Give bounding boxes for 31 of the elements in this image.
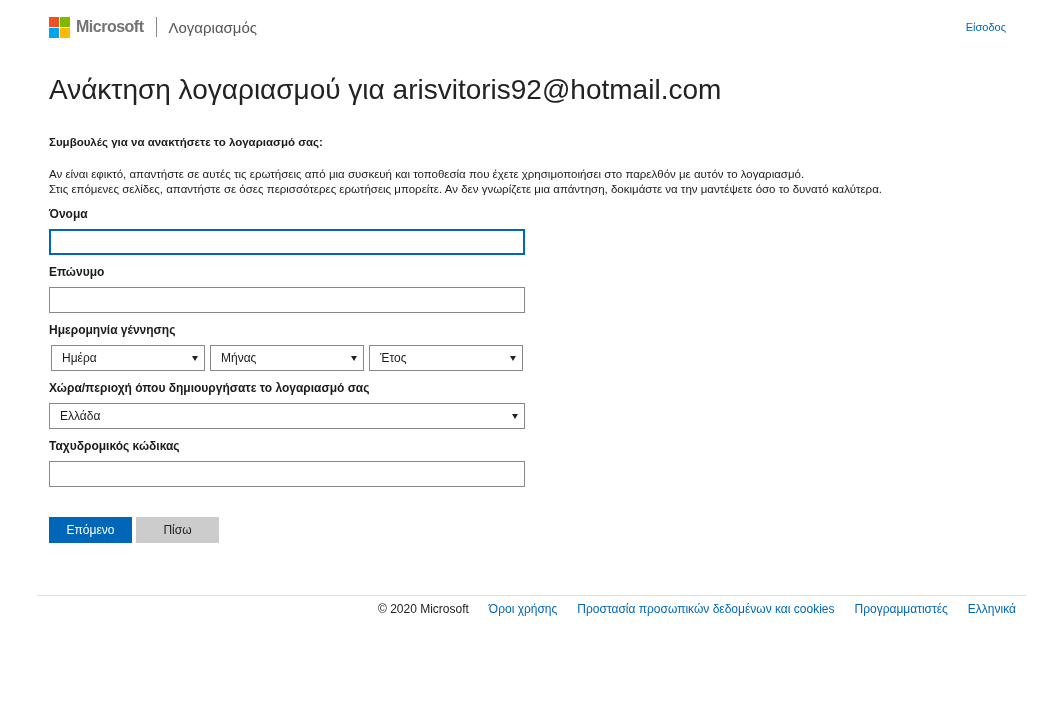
tip-text: Στις επόμενες σελίδες, απαντήστε σε όσες περισσότερες ερωτήσεις μπορείτε. Αν δεν γνωρίζετε μια απάντηση, δοκιμάστε να την μαντέψετε όσο το δυνατό καλύτερα. (49, 182, 883, 197)
back-button[interactable]: Πίσω (136, 517, 219, 543)
caret-icon (512, 413, 518, 419)
copyright-text: © 2020 Microsoft (377, 602, 469, 616)
dropdown[interactable]: Ημέρα (51, 345, 205, 371)
dropdown[interactable]: Ελλάδα (49, 403, 525, 429)
footer-link[interactable]: Προγραμματιστές (854, 602, 948, 616)
next-button[interactable]: Επόμενο (49, 517, 132, 543)
dropdown[interactable]: Μήνας (210, 345, 364, 371)
footer-link[interactable]: Ελληνικά (967, 602, 1016, 616)
text-field[interactable] (49, 461, 525, 487)
section-title: Λογαριασμός (168, 18, 258, 36)
caret-icon (351, 355, 357, 361)
footer-link[interactable]: Όροι χρήσης (488, 602, 558, 616)
text-field[interactable] (49, 229, 525, 255)
caret-icon (192, 355, 198, 361)
field-label: Ημερομηνία γέννησης (49, 323, 177, 337)
tips-heading: Συμβουλές για να ανακτήσετε το λογαριασμό σας: (49, 136, 324, 148)
sign-in-link[interactable]: Είσοδος (965, 21, 1006, 33)
page-title: Ανάκτηση λογαριασμού για arisvitoris92@hotmail.com (49, 74, 723, 107)
caret-icon (510, 355, 516, 361)
field-label: Ταχυδρομικός κώδικας (49, 439, 181, 453)
field-label: Επώνυμο (49, 265, 106, 279)
text-field[interactable] (49, 287, 525, 313)
field-label: Όνομα (49, 207, 89, 221)
brand-name: Microsoft (76, 18, 144, 36)
field-label: Χώρα/περιοχή όπου δημιουργήσατε το λογαριασμό σας (49, 381, 371, 395)
footer-link[interactable]: Προστασία προσωπικών δεδομένων και cookies (577, 602, 835, 616)
microsoft-logo-icon (49, 16, 70, 38)
tip-text: Αν είναι εφικτό, απαντήστε σε αυτές τις ερωτήσεις από μια συσκευή και τοποθεσία που έχετε χρησιμοποιήσει στο παρελθόν με αυτόν το λογαριασμό. (49, 167, 806, 182)
dropdown[interactable]: Έτος (369, 345, 523, 371)
